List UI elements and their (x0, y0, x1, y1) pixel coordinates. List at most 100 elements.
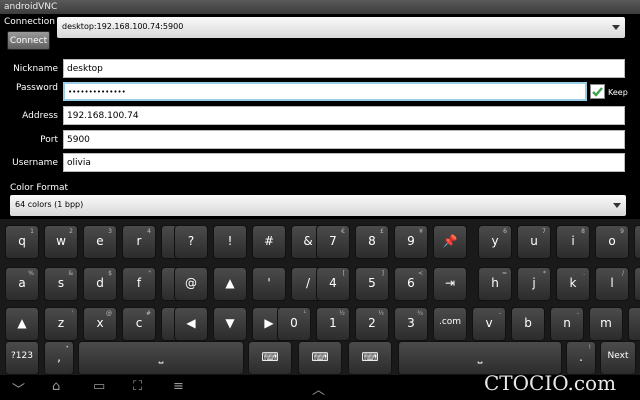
key-3[interactable]: 3¾ (394, 307, 428, 341)
key-shift-left[interactable]: ▲ (5, 307, 39, 341)
key-question[interactable]: ? (174, 225, 208, 259)
menu-icon[interactable]: ≡ (173, 379, 184, 394)
key-symbols-label: ?123 (11, 351, 33, 361)
key-k-alt-label: . (583, 270, 585, 277)
recent-apps-icon[interactable]: ▭ (93, 379, 105, 394)
key-7-label: 7 (329, 234, 337, 248)
key-pin[interactable]: 📌 (433, 225, 467, 259)
key-9[interactable]: 9 ¥ (394, 225, 428, 259)
key-space-left[interactable]: ⎵ (78, 341, 244, 375)
key-2[interactable]: 2½ (355, 307, 389, 341)
key-symbols[interactable]: ?123 (5, 341, 39, 375)
key-p[interactable]: p0 (634, 225, 640, 259)
key-down[interactable]: ▼ (213, 307, 247, 341)
key-i[interactable]: i8 (556, 225, 590, 259)
key-e[interactable]: e3 (83, 225, 117, 259)
key-l-label: l (610, 276, 614, 290)
key-l-alt-label: / (621, 270, 624, 277)
key-kbd2[interactable]: ⌨ (298, 341, 342, 375)
key-z-alt-label: ' (71, 310, 73, 317)
key-comma[interactable]: , • (44, 341, 74, 375)
key-m[interactable]: m (589, 307, 623, 341)
key-exclaim[interactable]: ! (213, 225, 247, 259)
screenshot-icon[interactable]: ⛶ (133, 379, 142, 394)
address-label: Address (22, 111, 58, 121)
connection-select-value: desktop:192.168.100.74:5900 (62, 22, 184, 31)
key-q[interactable]: q1 (5, 225, 39, 259)
key-o[interactable]: o9 (595, 225, 629, 259)
key-x[interactable]: x @ (83, 307, 117, 341)
key-tab-label: ⇥ (444, 276, 456, 290)
key-kbd3[interactable]: ⌨ (348, 341, 392, 375)
key-at[interactable]: @ (174, 267, 208, 301)
port-field[interactable]: 5900 (63, 130, 625, 149)
key-k[interactable]: k. (556, 267, 590, 301)
key-s[interactable]: s & (44, 267, 78, 301)
nickname-field[interactable]: desktop (63, 59, 625, 78)
username-field[interactable]: olivia (63, 153, 625, 172)
hide-keyboard-icon[interactable]: ︿ (312, 379, 325, 398)
key-h[interactable]: h = (478, 267, 512, 301)
key-5[interactable]: 5] (355, 267, 389, 301)
key-period-label: . (579, 350, 583, 364)
key-space-right[interactable]: ⎵ (398, 341, 562, 375)
key-j-alt-label: * (543, 270, 546, 277)
key-q-alt-label: 1 (30, 228, 34, 235)
key-up[interactable]: ▲ (213, 267, 247, 301)
key-w[interactable]: w2 (44, 225, 78, 259)
address-field[interactable]: 192.168.100.74 (63, 106, 625, 125)
key-8[interactable]: 8 £ (355, 225, 389, 259)
key-7[interactable]: 7 € (316, 225, 350, 259)
key-c[interactable]: c # (122, 307, 156, 341)
key-z-label: z (57, 316, 65, 330)
key-next-label: Next (607, 351, 629, 361)
window-title: androidVNC (0, 0, 640, 14)
key-period[interactable]: .! (566, 341, 596, 375)
home-icon[interactable]: ⌂ (52, 379, 60, 394)
color-format-select[interactable]: 64 colors (1 bpp) (10, 195, 626, 216)
connect-button[interactable]: Connect (7, 31, 50, 50)
key-exclaim-label: ! (227, 234, 233, 248)
key-v2[interactable]: v- (472, 307, 506, 341)
key-y[interactable]: y6 (478, 225, 512, 259)
key-hash[interactable]: # (252, 225, 286, 259)
key-r-label: r (136, 234, 142, 248)
key-m-label: m (600, 316, 612, 330)
key-left[interactable]: ◀ (174, 307, 208, 341)
key-l[interactable]: l / (595, 267, 629, 301)
key-0[interactable]: 0¹ (277, 307, 311, 341)
key-r[interactable]: r4 (122, 225, 156, 259)
key-backspace[interactable]: ⌫ (634, 267, 640, 301)
key-a[interactable]: a% (5, 267, 39, 301)
keep-checkbox[interactable] (590, 84, 605, 99)
key-shift-right[interactable]: ▲ (628, 307, 640, 341)
key-b[interactable]: b (511, 307, 545, 341)
key-apos[interactable]: ' (252, 267, 286, 301)
key-kbd1[interactable]: ⌨ (248, 341, 292, 375)
key-6[interactable]: 6 < (394, 267, 428, 301)
key-2-alt-label: ½ (378, 310, 384, 317)
key-1[interactable]: 1½ (316, 307, 350, 341)
key-next[interactable]: Next (600, 341, 636, 375)
key-question-label: ? (187, 234, 195, 248)
key-0-label: 0 (290, 316, 298, 330)
key-9-label: 9 (407, 234, 415, 248)
key-a-alt-label: % (28, 270, 34, 277)
key-6-alt-label: < (417, 270, 423, 277)
key-u[interactable]: u7 (517, 225, 551, 259)
key-p-label: p (635, 234, 640, 248)
connection-select[interactable]: desktop:192.168.100.74:5900 (57, 17, 625, 38)
password-field[interactable]: •••••••••••••• (63, 82, 587, 101)
key-4[interactable]: 4[ (316, 267, 350, 301)
key-z[interactable]: z ' (44, 307, 78, 341)
key-com[interactable]: .com (433, 307, 467, 341)
key-d[interactable]: d $ (83, 267, 117, 301)
key-x-label: x (96, 316, 104, 330)
key-n[interactable]: n- (550, 307, 584, 341)
key-v2-alt-label: - (498, 310, 501, 317)
key-down-label: ▼ (225, 316, 235, 330)
key-j[interactable]: j * (517, 267, 551, 301)
back-icon[interactable]: ﹀ (12, 379, 25, 398)
key-f[interactable]: f " (122, 267, 156, 301)
key-tab[interactable]: ⇥ (433, 267, 467, 301)
